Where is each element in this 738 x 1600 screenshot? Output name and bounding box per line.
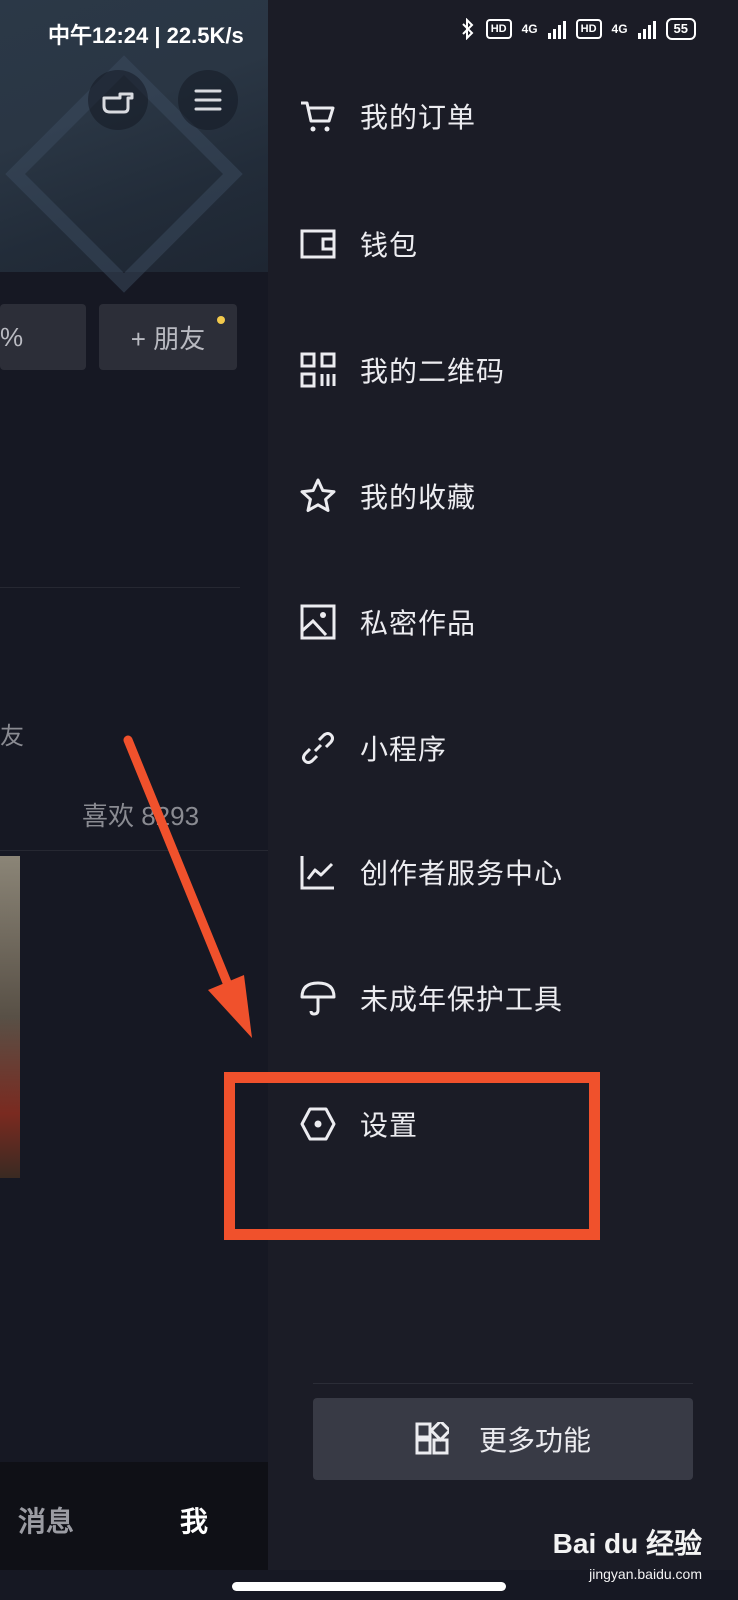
menu-item-qr-code[interactable]: 我的二维码 bbox=[298, 340, 718, 400]
bottom-nav: 消息 我 bbox=[0, 1462, 268, 1570]
signal-icon bbox=[547, 19, 566, 39]
add-friend-button[interactable]: + 朋友 bbox=[99, 304, 237, 370]
link-icon bbox=[298, 728, 338, 768]
status-bar: 中午12:24 | 22.5K/s HD 4G HD 4G 55 bbox=[0, 0, 738, 66]
qr-code-icon bbox=[298, 350, 338, 390]
side-drawer: 我的订单 钱包 我的二维码 我的收藏 私密作品 小程序 创作者服务中心 未成年保… bbox=[268, 0, 738, 1570]
menu-item-wallet[interactable]: 钱包 bbox=[298, 214, 718, 274]
divider bbox=[0, 587, 240, 588]
profile-background: % + 朋友 友 喜欢 8293 消息 我 bbox=[0, 0, 268, 1570]
hd-badge-2: HD bbox=[575, 19, 602, 39]
more-features-button[interactable]: 更多功能 bbox=[313, 1398, 693, 1480]
video-thumbnail[interactable] bbox=[0, 856, 20, 1178]
menu-item-orders[interactable]: 我的订单 bbox=[298, 86, 718, 146]
menu-item-private-works[interactable]: 私密作品 bbox=[298, 592, 718, 652]
notification-dot bbox=[217, 316, 225, 324]
annotation-highlight-box bbox=[224, 1072, 600, 1240]
network-label: 4G bbox=[521, 22, 538, 36]
image-icon bbox=[298, 602, 338, 642]
nav-me[interactable]: 我 bbox=[180, 1500, 208, 1540]
star-icon bbox=[298, 476, 338, 516]
wallet-icon bbox=[298, 224, 338, 264]
network-label-2: 4G bbox=[611, 22, 628, 36]
pointing-hand-icon[interactable] bbox=[88, 70, 148, 130]
grid-icon bbox=[415, 1422, 449, 1455]
status-time: 中午12:24 | 22.5K/s bbox=[48, 23, 244, 48]
baidu-watermark: Bai du 经验 jingyan.baidu.com bbox=[552, 1528, 702, 1582]
home-indicator[interactable] bbox=[232, 1582, 506, 1591]
bluetooth-icon bbox=[462, 18, 474, 40]
percent-fragment: % bbox=[0, 304, 86, 370]
signal-icon-2 bbox=[637, 19, 656, 39]
menu-icon[interactable] bbox=[178, 70, 238, 130]
menu-item-mini-programs[interactable]: 小程序 bbox=[298, 718, 718, 778]
friend-fragment: 友 bbox=[0, 723, 24, 750]
status-icons: HD 4G HD 4G 55 bbox=[460, 18, 696, 40]
menu-item-minor-protection[interactable]: 未成年保护工具 bbox=[298, 968, 718, 1028]
divider-2 bbox=[0, 850, 268, 851]
nav-messages[interactable]: 消息 bbox=[18, 1500, 74, 1540]
menu-item-creator-center[interactable]: 创作者服务中心 bbox=[298, 842, 718, 902]
likes-count[interactable]: 喜欢 8293 bbox=[82, 796, 199, 833]
drawer-divider bbox=[313, 1383, 693, 1384]
cart-icon bbox=[298, 96, 338, 136]
hd-badge: HD bbox=[485, 19, 512, 39]
menu-item-favorites[interactable]: 我的收藏 bbox=[298, 466, 718, 526]
battery-icon: 55 bbox=[665, 18, 696, 40]
umbrella-icon bbox=[298, 978, 338, 1018]
chart-icon bbox=[298, 852, 338, 892]
